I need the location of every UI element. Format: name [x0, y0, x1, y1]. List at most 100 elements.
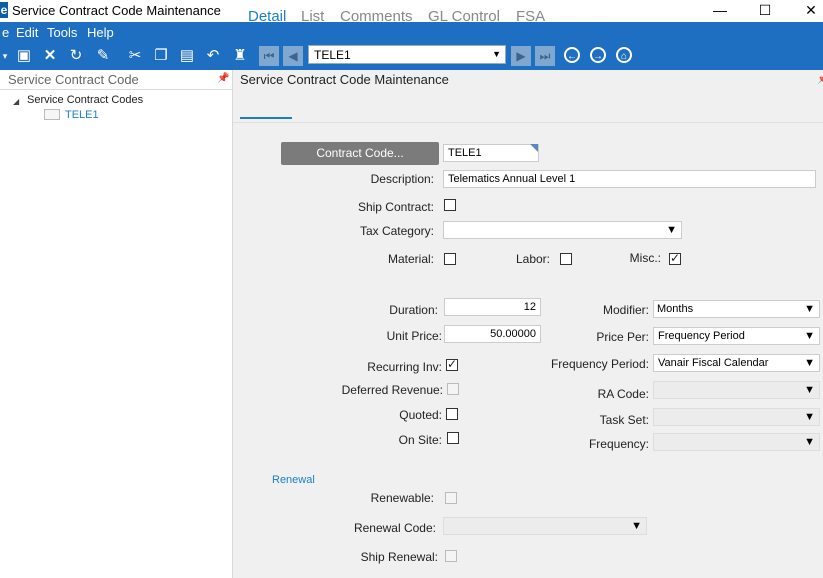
tab-fsa[interactable]: FSA [516, 8, 545, 25]
deferred-revenue-checkbox[interactable] [447, 383, 459, 395]
renewal-code-label: Renewal Code: [353, 521, 436, 535]
previous-record-icon[interactable]: ◀ [283, 46, 303, 66]
misc-checkbox[interactable] [669, 251, 681, 265]
ship-renewal-checkbox[interactable] [445, 550, 457, 562]
unit-price-value: 50.00000 [490, 328, 536, 340]
tree-root[interactable]: Service Contract Codes [27, 94, 143, 106]
chevron-down-icon: ▼ [666, 224, 677, 236]
labor-label: Labor: [515, 252, 550, 266]
description-label: Description: [370, 172, 434, 186]
contract-code-field[interactable]: TELE1 [443, 144, 539, 162]
misc-label: Misc.: [629, 251, 661, 265]
undo-icon[interactable]: ↶ [203, 46, 223, 66]
labor-checkbox[interactable] [560, 253, 572, 265]
chevron-down-icon: ▼ [804, 384, 815, 396]
description-value: Telematics Annual Level 1 [448, 173, 576, 185]
cut-icon[interactable]: ✂ [125, 46, 145, 66]
copy-icon[interactable]: ❐ [151, 46, 171, 66]
pin-icon[interactable]: 📌 [217, 73, 229, 84]
record-selector-value: TELE1 [314, 48, 351, 62]
price-per-value: Frequency Period [658, 330, 745, 342]
chevron-down-icon: ▼ [804, 357, 815, 369]
pin-icon[interactable]: 📌 [817, 74, 823, 85]
recurring-inv-checkbox[interactable] [446, 357, 458, 371]
chevron-down-icon: ▼ [492, 49, 501, 59]
tab-bar [233, 90, 823, 123]
duration-label: Duration: [389, 303, 438, 317]
tax-category-label: Tax Category: [359, 224, 434, 238]
window-title: Service Contract Code Maintenance [12, 3, 221, 18]
tax-category-select[interactable]: ▼ [443, 221, 682, 239]
contract-code-button[interactable]: Contract Code... [281, 142, 439, 165]
app-icon: e [0, 2, 8, 18]
modifier-select[interactable]: Months ▼ [653, 300, 820, 318]
unit-price-field[interactable]: 50.00000 [444, 325, 541, 343]
frequency-label: Frequency: [588, 437, 649, 451]
quoted-label: Quoted: [399, 408, 442, 422]
frequency-select[interactable]: ▼ [653, 433, 820, 451]
tab-detail[interactable]: Detail [248, 8, 286, 25]
paste-icon[interactable]: ▤ [177, 46, 197, 66]
first-record-icon[interactable]: ⏮ [259, 46, 279, 66]
contract-code-value: TELE1 [448, 147, 482, 159]
chevron-down-icon: ▼ [804, 436, 815, 448]
delete-icon[interactable]: ✕ [40, 46, 60, 66]
tree-expand-icon[interactable]: ◢ [13, 97, 19, 106]
home-icon[interactable]: ⌂ [616, 47, 632, 63]
menu-help[interactable]: Help [87, 25, 114, 40]
toolbar-overflow-icon[interactable]: ▾ [0, 46, 10, 66]
clear-icon[interactable]: ✎ [93, 46, 113, 66]
on-site-label: On Site: [398, 433, 442, 447]
renewal-code-select[interactable]: ▼ [443, 517, 647, 535]
ra-code-select[interactable]: ▼ [653, 381, 820, 399]
frequency-period-select[interactable]: Vanair Fiscal Calendar ▼ [653, 354, 820, 372]
ship-renewal-label: Ship Renewal: [360, 550, 438, 564]
menu-tools[interactable]: Tools [47, 25, 77, 40]
left-panel: Service Contract Code 📌 ◢ Service Contra… [0, 70, 233, 578]
chevron-down-icon: ▼ [804, 411, 815, 423]
tree-item-tele1[interactable]: TELE1 [65, 109, 99, 121]
task-set-select[interactable]: ▼ [653, 408, 820, 426]
ship-contract-label: Ship Contract: [357, 200, 434, 214]
minimize-button[interactable]: — [697, 0, 743, 22]
lookup-corner-icon [530, 144, 538, 152]
record-selector[interactable]: TELE1 ▼ [308, 45, 506, 64]
on-site-checkbox[interactable] [447, 432, 459, 444]
ship-contract-checkbox[interactable] [444, 199, 456, 211]
deferred-revenue-label: Deferred Revenue: [341, 383, 443, 397]
material-label: Material: [387, 252, 434, 266]
chevron-down-icon: ▼ [804, 303, 815, 315]
ra-code-label: RA Code: [597, 387, 649, 401]
unit-price-label: Unit Price: [386, 329, 442, 343]
duration-value: 12 [523, 301, 536, 313]
refresh-icon[interactable]: ↻ [66, 46, 86, 66]
maximize-button[interactable]: ☐ [742, 0, 788, 22]
description-field[interactable]: Telematics Annual Level 1 [443, 170, 816, 188]
next-record-icon[interactable]: ▶ [511, 46, 531, 66]
last-record-icon[interactable]: ⏭ [535, 46, 555, 66]
tab-list[interactable]: List [301, 8, 324, 25]
task-set-label: Task Set: [599, 413, 649, 427]
close-button[interactable]: ✕ [788, 0, 823, 22]
menu-edit[interactable]: Edit [16, 25, 38, 40]
document-icon [44, 109, 60, 120]
forward-icon[interactable]: → [590, 47, 606, 63]
modifier-value: Months [657, 303, 694, 315]
material-checkbox[interactable] [444, 253, 456, 265]
menu-file[interactable]: e [2, 25, 9, 40]
back-icon[interactable]: ← [564, 47, 580, 63]
duration-field[interactable]: 12 [444, 298, 541, 316]
chevron-down-icon: ▼ [804, 330, 815, 342]
renewable-checkbox[interactable] [445, 492, 457, 504]
price-per-label: Price Per: [596, 330, 649, 344]
find-icon[interactable]: ♜ [230, 46, 250, 66]
price-per-select[interactable]: Frequency Period ▼ [653, 327, 820, 345]
save-icon[interactable]: ▣ [14, 46, 34, 66]
frequency-period-value: Vanair Fiscal Calendar [658, 357, 769, 369]
tab-gl-control[interactable]: GL Control [428, 8, 500, 25]
right-panel-header: Service Contract Code Maintenance [240, 72, 449, 87]
divider [0, 89, 232, 90]
tab-comments[interactable]: Comments [340, 8, 413, 25]
quoted-checkbox[interactable] [446, 408, 458, 420]
menu-bar: e Edit Tools Help [0, 22, 823, 42]
